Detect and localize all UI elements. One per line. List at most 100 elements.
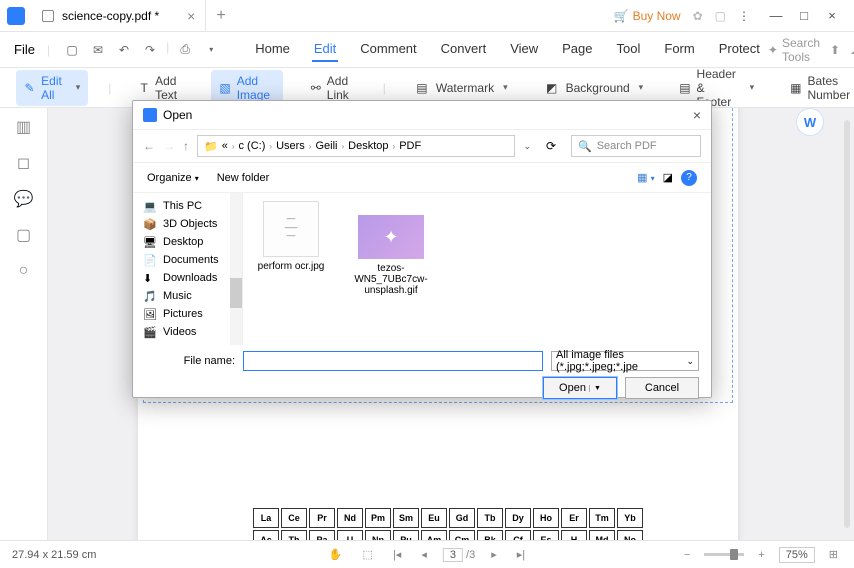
print-icon[interactable]: ⎙ <box>175 40 195 60</box>
gift-icon[interactable]: ✿ <box>693 9 703 23</box>
tab-home[interactable]: Home <box>253 37 292 62</box>
breadcrumb-segment[interactable]: « <box>222 140 228 152</box>
cloud-icon[interactable]: ☁ <box>850 43 854 57</box>
tab-protect[interactable]: Protect <box>717 37 762 62</box>
redo-icon[interactable]: ↷ <box>140 40 160 60</box>
next-page-icon[interactable]: ▸ <box>487 548 501 561</box>
search-icon[interactable]: ○ <box>13 260 35 282</box>
file-menu[interactable]: File <box>8 42 41 57</box>
up-icon[interactable]: ↑ <box>183 139 189 153</box>
breadcrumb-segment[interactable]: c (C:) <box>239 140 266 152</box>
cancel-button[interactable]: Cancel <box>625 377 699 399</box>
tab-comment[interactable]: Comment <box>358 37 418 62</box>
close-tab-icon[interactable]: × <box>187 8 195 24</box>
new-folder-button[interactable]: New folder <box>217 172 270 184</box>
back-icon[interactable]: ← <box>143 139 155 153</box>
new-tab-button[interactable]: + <box>206 7 235 25</box>
breadcrumb-segment[interactable]: Users <box>276 140 305 152</box>
chevron-right-icon: › <box>393 142 396 151</box>
element-cell: Pr <box>309 508 335 528</box>
element-cell: Pu <box>393 530 419 540</box>
folder-icon: 📁 <box>204 140 218 153</box>
first-page-icon[interactable]: |◂ <box>389 548 405 561</box>
watermark-button[interactable]: ▤ Watermark <box>406 76 516 100</box>
file-filter-select[interactable]: All image files (*.jpg;*.jpeg;*.jpe⌄ <box>551 351 699 371</box>
bookmark-icon[interactable]: ◻ <box>13 152 35 174</box>
comment-icon[interactable]: 💬 <box>13 188 35 210</box>
tab-view[interactable]: View <box>508 37 540 62</box>
zoom-out-icon[interactable]: − <box>680 549 694 561</box>
select-tool-icon[interactable]: ⬚ <box>359 548 377 561</box>
folder-type-icon: 🖼 <box>143 308 157 320</box>
organize-menu[interactable]: Organize ▾ <box>147 172 199 184</box>
tree-item[interactable]: 📦3D Objects <box>133 215 242 233</box>
element-cell: Tb <box>477 508 503 528</box>
file-thumbnail: ━━━━━━━ <box>263 201 319 257</box>
forward-icon[interactable]: → <box>163 139 175 153</box>
breadcrumb-segment[interactable]: PDF <box>399 140 421 152</box>
bates-number-button[interactable]: ▦ Bates Number <box>782 70 854 106</box>
background-button[interactable]: ◩ Background <box>536 76 652 100</box>
maximize-button[interactable]: □ <box>790 0 818 32</box>
tree-item[interactable]: 🖼Pictures <box>133 305 242 323</box>
refresh-icon[interactable]: ⟳ <box>539 139 563 153</box>
path-dropdown-icon[interactable]: ⌄ <box>523 141 531 152</box>
zoom-in-icon[interactable]: + <box>754 549 768 561</box>
tree-item[interactable]: 🎬Videos <box>133 323 242 341</box>
tree-item[interactable]: ⬇Downloads <box>133 269 242 287</box>
open-button[interactable]: Open ▼ <box>543 377 617 399</box>
tree-item[interactable]: 🎵Music <box>133 287 242 305</box>
element-cell: Yb <box>617 508 643 528</box>
tab-page[interactable]: Page <box>560 37 594 62</box>
close-button[interactable]: × <box>818 0 846 32</box>
fit-page-icon[interactable]: ⊞ <box>825 548 842 561</box>
page-indicator[interactable]: 3 /3 <box>443 549 475 561</box>
zoom-slider[interactable] <box>704 553 744 556</box>
doc-title: science-copy.pdf * <box>62 9 159 23</box>
filename-input[interactable] <box>243 351 543 371</box>
breadcrumb[interactable]: 📁 «›c (C:)›Users›Geili›Desktop›PDF <box>197 135 515 157</box>
prev-page-icon[interactable]: ◂ <box>417 548 431 561</box>
view-mode-icon[interactable]: ▦ ▾ <box>637 171 654 184</box>
edit-all-button[interactable]: ✎ Edit All <box>16 70 88 106</box>
share-icon[interactable]: ⬆ <box>830 43 840 57</box>
more-icon[interactable]: ⋮ <box>738 9 750 23</box>
undo-icon[interactable]: ↶ <box>114 40 134 60</box>
save-icon[interactable]: ▢ <box>62 40 82 60</box>
left-panel: ▥ ◻ 💬 ▢ ○ <box>0 108 48 540</box>
preview-pane-icon[interactable]: ◪ <box>663 171 673 184</box>
dialog-body: 💻This PC📦3D Objects🖥Desktop📄Documents⬇Do… <box>133 193 711 345</box>
user-icon[interactable]: ▢ <box>715 9 726 23</box>
tree-item[interactable]: 💻This PC <box>133 197 242 215</box>
file-item[interactable]: ━━━━━━━perform ocr.jpg <box>251 201 331 272</box>
element-cell: Pa <box>309 530 335 540</box>
dialog-search[interactable]: 🔍 Search PDF <box>571 135 701 157</box>
tab-convert[interactable]: Convert <box>439 37 489 62</box>
breadcrumb-segment[interactable]: Geili <box>315 140 337 152</box>
last-page-icon[interactable]: ▸| <box>513 548 529 561</box>
tree-item[interactable]: 🖥Desktop <box>133 233 242 251</box>
tab-edit[interactable]: Edit <box>312 37 338 62</box>
tab-tool[interactable]: Tool <box>615 37 643 62</box>
element-cell: Ac <box>253 530 279 540</box>
print-caret-icon[interactable]: ▾ <box>201 40 221 60</box>
dialog-close-icon[interactable]: × <box>693 107 701 123</box>
mail-icon[interactable]: ✉ <box>88 40 108 60</box>
tree-item[interactable]: 📄Documents <box>133 251 242 269</box>
buy-now-link[interactable]: 🛒 Buy Now <box>614 9 681 23</box>
zoom-value[interactable]: 75% <box>779 547 815 563</box>
tab-form[interactable]: Form <box>662 37 696 62</box>
tree-scrollbar[interactable] <box>230 193 242 345</box>
breadcrumb-segment[interactable]: Desktop <box>348 140 388 152</box>
word-export-badge[interactable]: W <box>796 108 824 136</box>
hand-tool-icon[interactable]: ✋ <box>325 548 347 561</box>
help-icon[interactable]: ? <box>681 170 697 186</box>
document-tab[interactable]: science-copy.pdf * × <box>32 0 206 32</box>
minimize-button[interactable]: — <box>762 0 790 32</box>
thumbnails-icon[interactable]: ▥ <box>13 116 35 138</box>
attachment-icon[interactable]: ▢ <box>13 224 35 246</box>
edit-icon: ✎ <box>24 80 35 96</box>
file-item[interactable]: ✦tezos-WN5_7UBc7cw-unsplash.gif <box>351 201 431 296</box>
search-tools[interactable]: ✦ Search Tools <box>768 36 820 64</box>
vertical-scrollbar[interactable] <box>844 120 850 528</box>
